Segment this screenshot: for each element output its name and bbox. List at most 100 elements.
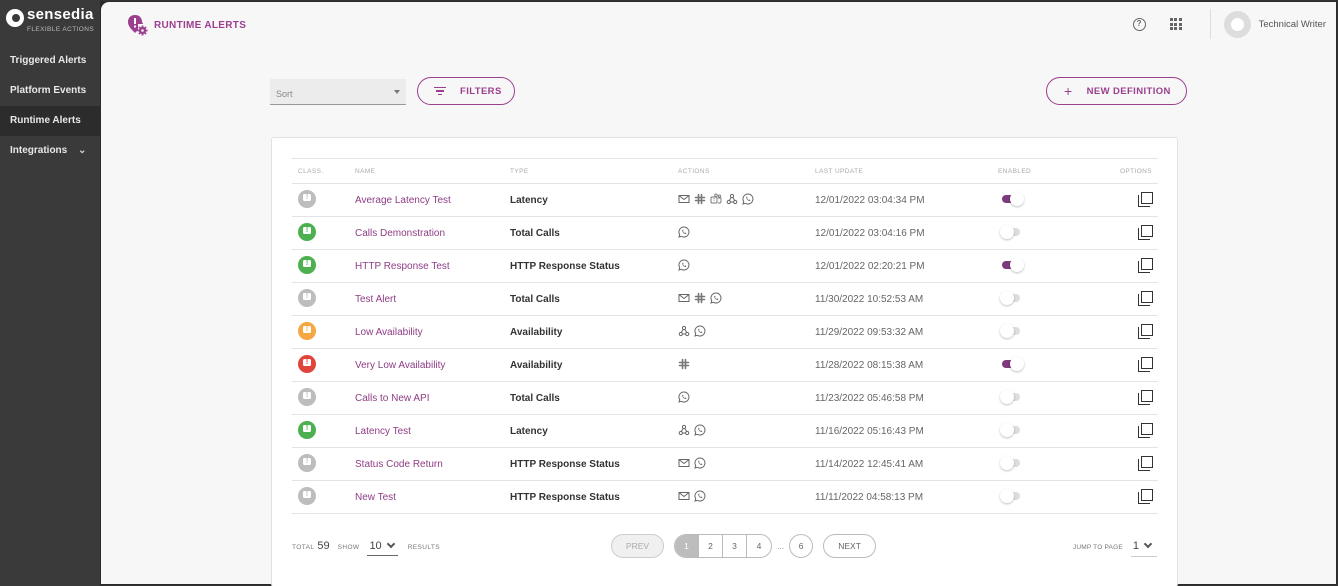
slack-icon — [694, 193, 706, 208]
copy-icon[interactable] — [1138, 356, 1153, 372]
copy-icon[interactable] — [1138, 191, 1153, 207]
webhook-icon — [678, 424, 690, 439]
sidebar-item-runtime-alerts[interactable]: Runtime Alerts — [0, 106, 100, 136]
actions-cell — [678, 282, 815, 316]
last-update-cell: 12/01/2022 03:04:16 PM — [815, 216, 998, 250]
alert-name-link[interactable]: Low Availability — [355, 327, 423, 338]
sidebar-item-triggered-alerts[interactable]: Triggered Alerts — [0, 46, 100, 76]
last-update: 11/11/2022 04:58:13 PM — [815, 491, 924, 503]
alert-class-green-icon — [298, 222, 316, 241]
copy-icon[interactable] — [1138, 257, 1153, 273]
alert-class-orange-icon — [298, 321, 316, 340]
last-update-cell: 11/28/2022 08:15:38 AM — [815, 348, 998, 382]
email-icon — [678, 457, 690, 472]
enabled-toggle[interactable] — [1000, 224, 1024, 239]
options-cell — [1098, 315, 1158, 349]
pagination: PREV 1 2 3 4 ... 6 NEXT — [611, 534, 877, 558]
copy-icon[interactable] — [1138, 488, 1153, 504]
sidebar-item-label: Triggered Alerts — [10, 55, 87, 66]
brand-logo[interactable]: sensedia FLEXIBLE ACTIONS — [0, 0, 100, 46]
sidebar-item-platform-events[interactable]: Platform Events — [0, 76, 100, 106]
jump-page-select[interactable]: 1 — [1130, 539, 1157, 557]
email-icon — [678, 193, 690, 208]
alert-name-link[interactable]: Calls Demonstration — [355, 228, 445, 239]
jump-label: JUMP TO PAGE — [1072, 544, 1123, 551]
sensedia-logo-icon — [6, 9, 24, 27]
name-cell: New Test — [355, 480, 510, 514]
type-cell: HTTP Response Status — [510, 249, 678, 283]
enabled-toggle[interactable] — [1000, 356, 1024, 371]
email-icon — [678, 292, 690, 307]
next-page-button[interactable]: NEXT — [823, 534, 877, 558]
brand-name: sensedia — [27, 6, 94, 23]
class-cell — [292, 447, 355, 481]
alert-name-link[interactable]: New Test — [355, 492, 396, 503]
alert-name-link[interactable]: HTTP Response Test — [355, 261, 450, 272]
last-update-cell: 11/16/2022 05:16:43 PM — [815, 414, 998, 448]
column-header-class: CLASS. — [292, 158, 355, 184]
class-cell — [292, 381, 355, 415]
header-actions: ? Technical Writer — [1132, 2, 1336, 46]
name-cell: Status Code Return — [355, 447, 510, 481]
action-icons — [678, 225, 815, 241]
enabled-toggle[interactable] — [1000, 488, 1024, 503]
copy-icon[interactable] — [1138, 290, 1153, 306]
sidebar-item-integrations[interactable]: Integrations ⌄ — [0, 136, 100, 166]
page-button-3[interactable]: 3 — [723, 535, 747, 557]
options-cell — [1098, 183, 1158, 217]
page-size-select[interactable]: 10 — [367, 539, 398, 556]
copy-icon[interactable] — [1138, 323, 1153, 339]
alert-name-link[interactable]: Very Low Availability — [355, 360, 445, 371]
copy-icon[interactable] — [1138, 389, 1153, 405]
alert-name-link[interactable]: Average Latency Test — [355, 195, 451, 206]
filters-button[interactable]: FILTERS — [417, 77, 515, 105]
type-cell: Total Calls — [510, 216, 678, 250]
copy-icon[interactable] — [1138, 224, 1153, 240]
whatsapp-icon — [694, 456, 706, 472]
chevron-down-icon: ⌄ — [78, 145, 87, 156]
last-update-cell: 11/11/2022 04:58:13 PM — [815, 480, 998, 514]
action-icons — [678, 456, 815, 472]
enabled-toggle[interactable] — [1000, 257, 1024, 272]
copy-icon[interactable] — [1138, 455, 1153, 471]
enabled-toggle[interactable] — [1000, 422, 1024, 437]
table-row: Calls Demonstration Total Calls 12/01/20… — [292, 216, 1158, 250]
last-update: 12/01/2022 03:04:34 PM — [815, 194, 925, 206]
enabled-toggle[interactable] — [1000, 389, 1024, 404]
alert-type: Total Calls — [510, 227, 560, 239]
whatsapp-icon — [678, 390, 690, 406]
last-update: 11/14/2022 12:45:41 AM — [815, 458, 924, 470]
enabled-cell — [998, 249, 1098, 283]
alert-name-link[interactable]: Test Alert — [355, 294, 396, 305]
user-name[interactable]: Technical Writer — [1259, 19, 1326, 30]
avatar[interactable] — [1223, 10, 1251, 38]
alert-name-link[interactable]: Status Code Return — [355, 459, 443, 470]
name-cell: Latency Test — [355, 414, 510, 448]
name-cell: Calls to New API — [355, 381, 510, 415]
sidebar-item-label: Runtime Alerts — [10, 115, 81, 126]
name-cell: Average Latency Test — [355, 183, 510, 217]
enabled-toggle[interactable] — [1000, 191, 1024, 206]
enabled-toggle[interactable] — [1000, 455, 1024, 470]
page-button-4[interactable]: 4 — [747, 535, 771, 557]
type-cell: Total Calls — [510, 381, 678, 415]
enabled-toggle[interactable] — [1000, 323, 1024, 338]
last-update: 12/01/2022 03:04:16 PM — [815, 227, 925, 239]
prev-page-button[interactable]: PREV — [611, 534, 664, 558]
pagination-ellipsis: ... — [777, 541, 785, 551]
svg-text:T: T — [713, 197, 716, 202]
new-definition-button[interactable]: + NEW DEFINITION — [1046, 77, 1187, 105]
alert-name-link[interactable]: Latency Test — [355, 426, 411, 437]
page-button-6[interactable]: 6 — [789, 534, 814, 558]
help-icon[interactable]: ? — [1132, 17, 1146, 31]
page-button-2[interactable]: 2 — [699, 535, 723, 557]
alert-name-link[interactable]: Calls to New API — [355, 393, 429, 404]
copy-icon[interactable] — [1138, 422, 1153, 438]
alert-class-gray-icon — [298, 288, 316, 307]
apps-grid-icon[interactable] — [1169, 18, 1182, 30]
total-count: 59 — [317, 540, 330, 552]
column-header-actions: ACTIONS — [678, 158, 815, 184]
sort-select[interactable]: Sort — [270, 79, 406, 105]
page-button-1[interactable]: 1 — [675, 535, 699, 557]
enabled-toggle[interactable] — [1000, 290, 1024, 305]
